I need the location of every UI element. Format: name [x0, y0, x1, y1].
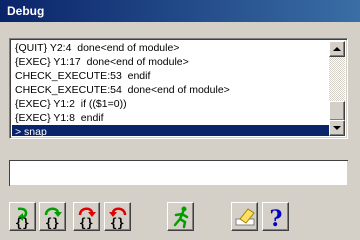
step-back-button[interactable]: {} — [104, 202, 131, 231]
step-back-icon: {} — [108, 207, 126, 229]
svg-text:?: ? — [269, 206, 282, 229]
svg-text:{}: {} — [110, 216, 124, 229]
help-button[interactable]: ? — [262, 202, 289, 231]
log-line[interactable]: {QUIT} Y2:4 done<end of module> — [12, 41, 329, 55]
step-into-icon: {} — [15, 207, 29, 229]
svg-text:{}: {} — [45, 216, 59, 229]
scroll-down-button[interactable] — [329, 120, 345, 136]
log-line-selected[interactable]: > snap — [12, 125, 329, 136]
log-line[interactable]: CHECK_EXECUTE:53 endif — [12, 69, 329, 83]
running-man-icon — [173, 206, 188, 228]
log-line[interactable]: {EXEC} Y1:17 done<end of module> — [12, 55, 329, 69]
vertical-scrollbar[interactable] — [329, 41, 345, 136]
run-button[interactable] — [167, 202, 194, 231]
title-bar[interactable]: Debug — [0, 0, 360, 22]
step-over-icon: {} — [44, 207, 62, 229]
step-over-button[interactable]: {} — [39, 202, 66, 231]
arrow-up-icon — [333, 47, 341, 51]
log-line[interactable]: CHECK_EXECUTE:54 done<end of module> — [12, 83, 329, 97]
window-title: Debug — [7, 4, 45, 18]
svg-text:{}: {} — [79, 216, 93, 229]
command-input[interactable] — [9, 160, 348, 186]
log-line[interactable]: {EXEC} Y1:8 endif — [12, 111, 329, 125]
step-out-icon: {} — [78, 207, 96, 229]
log-line[interactable]: {EXEC} Y1:2 if (($1=0)) — [12, 97, 329, 111]
scroll-up-button[interactable] — [329, 41, 345, 57]
debug-log-list[interactable]: {QUIT} Y2:4 done<end of module> {EXEC} Y… — [9, 38, 348, 139]
scroll-thumb[interactable] — [329, 101, 345, 121]
step-into-button[interactable]: {} — [9, 202, 36, 231]
svg-text:{}: {} — [15, 216, 29, 229]
log-lines: {QUIT} Y2:4 done<end of module> {EXEC} Y… — [12, 41, 329, 136]
step-out-button[interactable]: {} — [73, 202, 100, 231]
question-icon: ? — [269, 206, 282, 229]
eraser-icon — [235, 207, 255, 225]
debug-window: Debug {QUIT} Y2:4 done<end of module> {E… — [0, 0, 360, 240]
arrow-down-icon — [333, 126, 341, 130]
clear-button[interactable] — [231, 202, 258, 231]
